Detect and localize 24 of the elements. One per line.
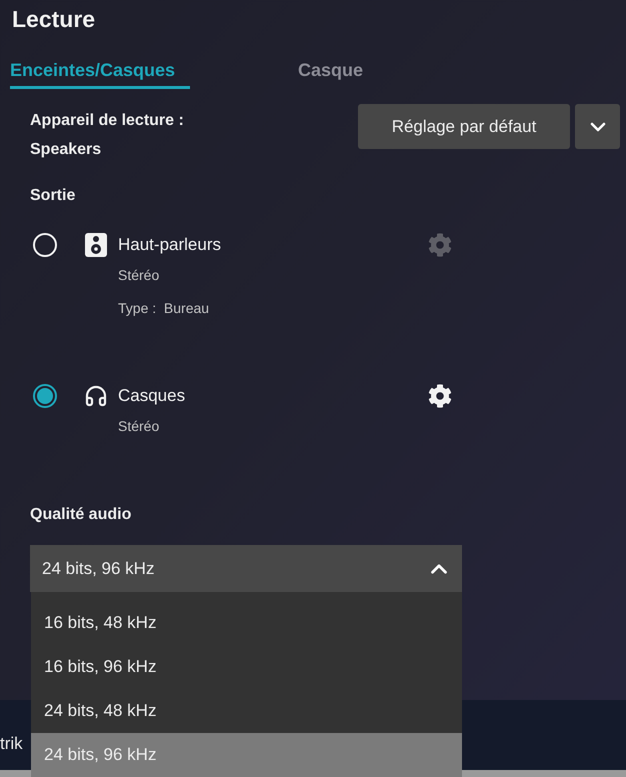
device-detail: Stéréo: [118, 266, 160, 285]
preset-button[interactable]: Réglage par défaut: [358, 104, 570, 149]
background-text: trik: [0, 733, 23, 755]
device-detail: Type : Bureau: [118, 299, 210, 318]
settings-icon[interactable]: [428, 384, 452, 408]
select-field[interactable]: 24 bits, 96 kHz: [30, 545, 462, 592]
preset-dropdown-button[interactable]: [575, 104, 620, 149]
dropdown-option[interactable]: 16 bits, 48 kHz: [31, 601, 462, 645]
radio-button[interactable]: [33, 384, 57, 408]
dropdown-option[interactable]: 24 bits, 48 kHz: [31, 689, 462, 733]
page-title: Lecture: [12, 6, 96, 32]
dropdown-option[interactable]: 24 bits, 96 kHz: [31, 733, 462, 777]
device-name: Haut-parleurs: [118, 234, 222, 256]
device-label: Appareil de lecture :: [30, 111, 184, 131]
section-heading: Qualité audio: [30, 506, 132, 523]
tab[interactable]: Enceintes/Casques: [10, 57, 190, 89]
speaker-icon: [85, 233, 107, 257]
dropdown-option[interactable]: 16 bits, 96 kHz: [31, 645, 462, 689]
headphones-icon: [84, 384, 108, 408]
tab[interactable]: Casque: [298, 57, 364, 89]
device-name: Casques: [118, 385, 186, 407]
device-value: Speakers: [30, 140, 102, 160]
section-heading: Sortie: [30, 187, 76, 204]
device-detail: Stéréo: [118, 417, 160, 436]
